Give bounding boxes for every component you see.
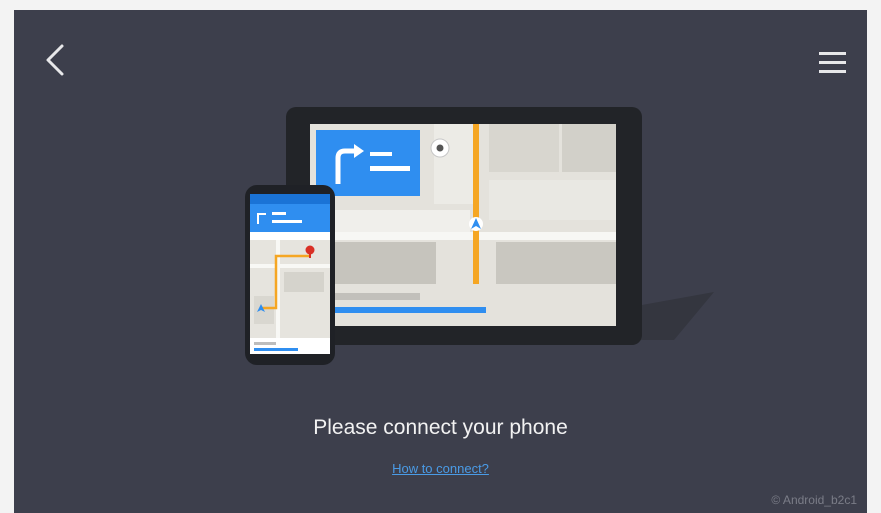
eta-bar-gray xyxy=(332,293,420,300)
help-link-container: How to connect? xyxy=(14,461,867,476)
route-line xyxy=(473,124,479,284)
connect-phone-illustration xyxy=(245,107,714,365)
watermark: © Android_b2c1 xyxy=(771,493,857,507)
android-auto-screen: Please connect your phone How to connect… xyxy=(14,10,867,513)
how-to-connect-link[interactable]: How to connect? xyxy=(392,461,489,476)
eta-bar-blue xyxy=(332,307,486,313)
connect-phone-message: Please connect your phone xyxy=(313,416,568,439)
map-road-horizontal xyxy=(310,232,616,240)
turn-instruction-card xyxy=(316,130,420,196)
